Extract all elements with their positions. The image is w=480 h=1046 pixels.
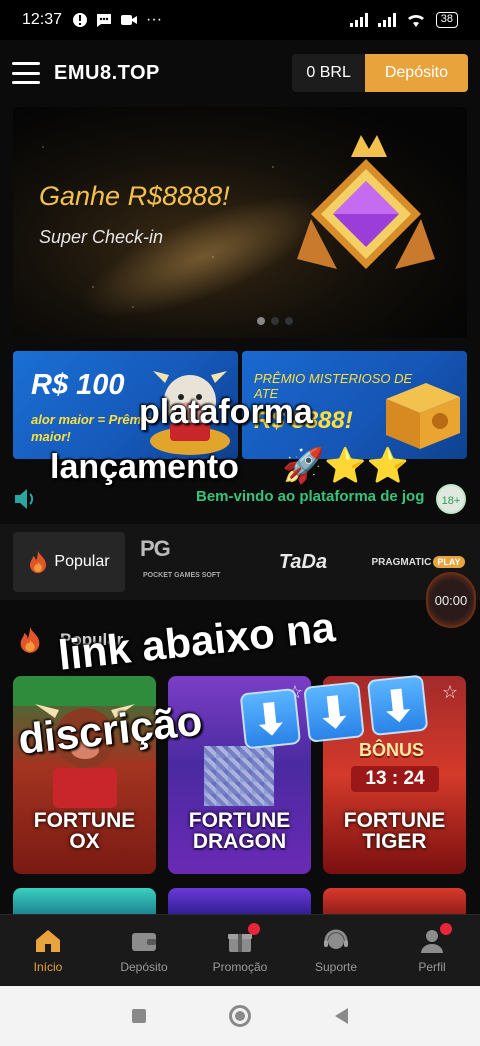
down-arrow-icon: ⬇ — [303, 681, 365, 743]
headset-icon — [324, 929, 348, 949]
promo-left-amount: R$ 100 — [31, 369, 125, 401]
crown-emblem-icon — [297, 135, 435, 269]
tab-popular[interactable]: Popular — [13, 532, 125, 592]
flame-icon — [30, 551, 47, 573]
nav-perfil[interactable]: Perfil — [384, 915, 480, 986]
android-nav-bar — [0, 986, 480, 1046]
tab-tada-gaming[interactable]: TaDa — [258, 532, 348, 592]
game-name: FORTUNE TIGER — [343, 809, 446, 853]
home-button-icon[interactable] — [229, 1005, 252, 1027]
nav-promocao[interactable]: Promoção — [192, 915, 288, 986]
hero-banner[interactable]: Ganhe R$8888! Super Check-in — [13, 107, 467, 338]
top-header: EMU8.TOP 0 BRL Depósito — [0, 40, 480, 106]
overlay-caption-1: plataforma — [139, 393, 313, 431]
video-icon — [121, 15, 138, 25]
down-arrow-icon: ⬇ — [239, 687, 302, 750]
tab-pg-soft[interactable]: PGPOCKET GAMES SOFT — [140, 532, 240, 592]
notice-bar: Bem-vindo ao plataforma de jog 18+ — [0, 480, 480, 516]
favorite-star-icon[interactable]: ☆ — [442, 682, 458, 703]
nav-label: Promoção — [212, 959, 268, 974]
home-icon — [36, 929, 60, 952]
status-time: 12:37 — [22, 11, 63, 28]
hero-title: Ganhe R$8888! — [39, 181, 230, 211]
wifi-icon — [407, 14, 424, 27]
wallet-icon — [132, 932, 156, 951]
nav-label: Suporte — [314, 959, 358, 974]
battery-icon: 38 — [435, 12, 458, 28]
signal-icon-2 — [377, 13, 396, 27]
status-bar: 12:37 ··· 38 — [0, 0, 480, 40]
status-icons: ··· — [72, 11, 162, 29]
nav-label: Perfil — [418, 959, 446, 974]
flame-icon — [20, 627, 40, 653]
nav-inicio[interactable]: Início — [0, 915, 96, 986]
carousel-dot[interactable] — [285, 317, 293, 325]
brand-logo[interactable]: EMU8.TOP — [54, 62, 160, 85]
speaker-icon — [15, 489, 34, 509]
tada-logo: TaDa — [278, 550, 328, 573]
provider-tabs: Popular PGPOCKET GAMES SOFT TaDa PRAGMAT… — [0, 524, 480, 600]
nav-deposito[interactable]: Depósito — [96, 915, 192, 986]
signal-icon — [349, 13, 368, 27]
bottom-nav: Início Depósito Promoção Suporte Perfil — [0, 914, 480, 986]
carousel-dots — [257, 317, 293, 325]
game-name: FORTUNE DRAGON — [188, 809, 291, 853]
age-badge: 18+ — [436, 484, 466, 514]
carousel-dot[interactable] — [271, 317, 279, 325]
deposit-button[interactable]: Depósito — [364, 54, 468, 92]
bonus-timer: 13 : 24 — [351, 766, 439, 792]
blurred-dragon-art — [204, 746, 274, 806]
recents-icon[interactable] — [131, 1009, 146, 1023]
game-name: FORTUNE OX — [33, 809, 136, 853]
pragmatic-logo: PRAGMATIC PLAY — [372, 556, 465, 568]
alert-icon — [73, 13, 88, 27]
back-icon[interactable] — [335, 1008, 349, 1024]
bonus-label: BÔNUS — [359, 740, 425, 760]
tab-popular-label: Popular — [54, 553, 110, 570]
more-dots-icon: ··· — [146, 11, 163, 28]
menu-icon[interactable] — [12, 62, 40, 84]
notification-dot — [440, 923, 452, 935]
notice-marquee: Bem-vindo ao plataforma de jog — [196, 488, 425, 505]
wallet-area: 0 BRL Depósito — [292, 54, 468, 92]
nav-label: Depósito — [120, 959, 168, 974]
treasure-chest-icon — [386, 383, 460, 449]
nav-label: Início — [33, 959, 63, 974]
app-screen: 12:37 ··· 38 EMU8.TOP 0 BRL Depósito Gan… — [0, 0, 480, 1046]
notification-dot — [248, 923, 260, 935]
floating-timer[interactable]: 00:00 — [426, 572, 476, 628]
pg-logo: PGPOCKET GAMES SOFT — [140, 536, 221, 580]
nav-suporte[interactable]: Suporte — [288, 915, 384, 986]
chat-icon — [97, 14, 112, 27]
down-arrow-icon: ⬇ — [366, 674, 429, 737]
status-right: 38 — [349, 12, 458, 28]
overlay-caption-3: link abaixo na — [56, 602, 338, 679]
balance-display[interactable]: 0 BRL — [292, 54, 365, 92]
hero-subtitle: Super Check-in — [39, 227, 164, 247]
carousel-dot[interactable] — [257, 317, 265, 325]
